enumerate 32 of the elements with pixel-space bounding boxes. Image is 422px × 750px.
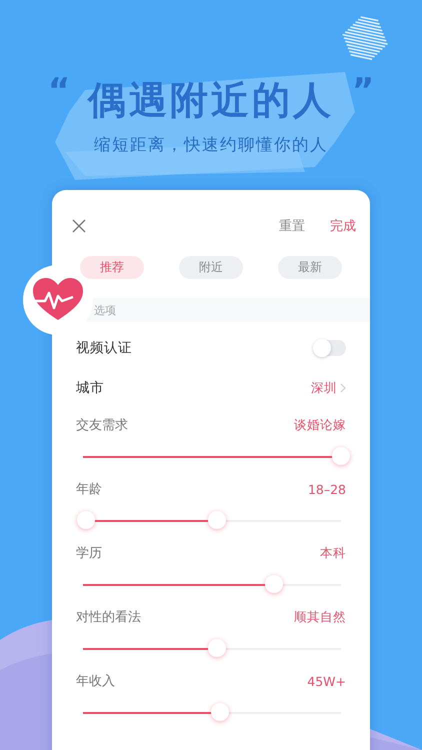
close-icon[interactable] (72, 219, 86, 233)
slider-label: 年龄 (76, 481, 102, 498)
slider-label: 学历 (76, 545, 102, 562)
filter-tab[interactable]: 推荐 (80, 256, 144, 279)
row-value[interactable]: 深圳 (311, 380, 337, 396)
slider-reading: 顺其自然 (294, 608, 346, 626)
slider-thumb[interactable] (76, 511, 95, 529)
section-title: 选项 (94, 302, 116, 318)
filter-tab[interactable]: 附近 (179, 256, 243, 279)
slider-label: 对性的看法 (76, 609, 141, 626)
slider-thumb[interactable] (264, 575, 283, 593)
toggle-switch[interactable] (314, 340, 346, 356)
row-label: 视频认证 (76, 339, 132, 357)
chevron-icon (340, 383, 346, 393)
slider-reading: 本科 (320, 544, 346, 562)
slider-thumb[interactable] (332, 447, 350, 465)
slider-thumb[interactable] (208, 511, 226, 529)
reset-button[interactable]: 重置 (279, 217, 305, 235)
slider-reading: 18–28 (308, 482, 346, 496)
slider-label: 交友需求 (76, 417, 128, 434)
quote-mark: “ (46, 74, 72, 108)
done-button[interactable]: 完成 (330, 217, 356, 235)
slider-reading: 45W+ (307, 674, 346, 688)
filter-tab[interactable]: 最新 (278, 256, 342, 279)
slider-reading: 谈婚论嫁 (294, 416, 346, 434)
quote-mark: ” (350, 74, 376, 108)
headline-subtitle: 缩短距离，快速约聊懂你的人 (94, 134, 328, 156)
row-label: 城市 (76, 379, 104, 397)
headline-title: 偶遇附近的人 (88, 77, 334, 124)
slider-thumb[interactable] (208, 639, 226, 657)
slider-label: 年收入 (76, 673, 115, 690)
slider-thumb[interactable] (210, 703, 229, 721)
